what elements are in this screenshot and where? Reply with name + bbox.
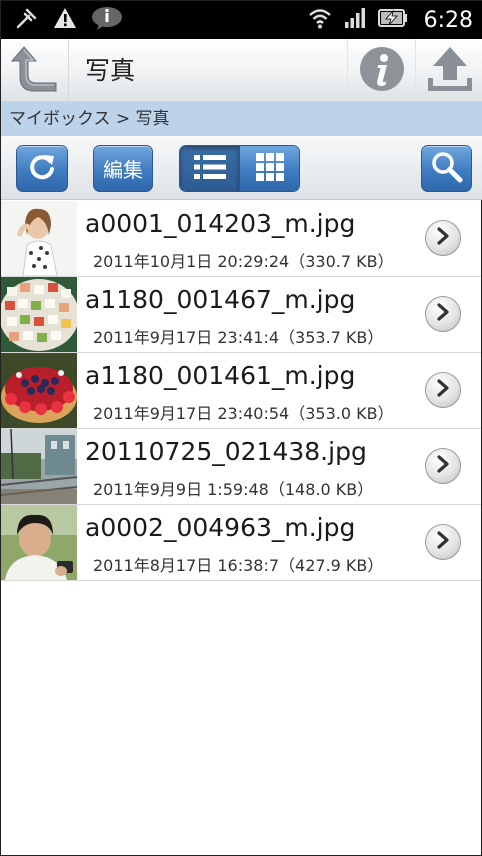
chevron-right-icon: [435, 379, 451, 401]
photo-thumbnail: [1, 505, 77, 580]
grid-view-button[interactable]: [240, 146, 299, 191]
search-icon: [431, 151, 463, 187]
file-meta: 2011年9月17日 23:41:4（353.7 KB）: [93, 328, 384, 347]
open-details-button[interactable]: [425, 372, 461, 408]
usb-debug-icon: [15, 6, 39, 34]
file-name: 20110725_021438.jpg: [85, 437, 367, 466]
chevron-right-icon: [435, 531, 451, 553]
grid-view-icon: [255, 152, 285, 186]
clock-time: 6:28: [423, 7, 473, 33]
file-name: a1180_001467_m.jpg: [85, 285, 356, 314]
signal-icon: [344, 7, 366, 33]
info-icon: [358, 45, 406, 97]
file-meta: 2011年8月17日 16:38:7（427.9 KB）: [93, 556, 384, 575]
edit-button[interactable]: 編集: [93, 145, 153, 192]
chevron-right-icon: [435, 455, 451, 477]
open-details-button[interactable]: [425, 220, 461, 256]
refresh-icon: [27, 152, 57, 186]
back-arrow-icon: [10, 45, 60, 97]
breadcrumb-path[interactable]: マイボックス > 写真: [9, 102, 170, 136]
file-meta: 2011年10月1日 20:29:24（330.7 KB）: [93, 252, 394, 271]
open-details-button[interactable]: [425, 524, 461, 560]
search-button[interactable]: [421, 145, 472, 192]
photo-thumbnail: [1, 277, 77, 352]
list-item[interactable]: a1180_001461_m.jpg 2011年9月17日 23:40:54（3…: [1, 353, 481, 429]
chevron-right-icon: [435, 227, 451, 249]
file-name: a0001_014203_m.jpg: [85, 209, 356, 238]
file-name: a1180_001461_m.jpg: [85, 361, 356, 390]
status-bar: 6:28: [1, 1, 482, 39]
breadcrumb: マイボックス > 写真: [1, 102, 482, 136]
list-view-icon: [193, 153, 227, 185]
file-list: a0001_014203_m.jpg 2011年10月1日 20:29:24（3…: [1, 201, 481, 581]
back-button[interactable]: [1, 39, 69, 102]
title-bar: 写真: [1, 39, 482, 102]
refresh-button[interactable]: [16, 145, 68, 192]
wifi-icon: [308, 7, 332, 33]
list-item[interactable]: 20110725_021438.jpg 2011年9月9日 1:59:48（14…: [1, 429, 481, 505]
file-meta: 2011年9月17日 23:40:54（353.0 KB）: [93, 404, 394, 423]
chevron-right-icon: [435, 303, 451, 325]
photo-thumbnail: [1, 353, 77, 428]
list-item[interactable]: a0002_004963_m.jpg 2011年8月17日 16:38:7（42…: [1, 505, 481, 581]
view-toggle: [179, 145, 300, 192]
open-details-button[interactable]: [425, 448, 461, 484]
info-button[interactable]: [347, 39, 415, 102]
list-view-button[interactable]: [180, 146, 240, 191]
upload-button[interactable]: [415, 39, 482, 102]
photo-thumbnail: [1, 201, 77, 276]
chat-bubble-icon: [91, 5, 123, 35]
open-details-button[interactable]: [425, 296, 461, 332]
page-title: 写真: [85, 56, 136, 85]
photo-thumbnail: [1, 429, 77, 504]
list-item[interactable]: a1180_001467_m.jpg 2011年9月17日 23:41:4（35…: [1, 277, 481, 353]
upload-icon: [425, 44, 475, 98]
battery-charging-icon: [377, 8, 408, 32]
toolbar: 編集: [1, 136, 482, 200]
warning-icon: [53, 7, 77, 33]
edit-button-label: 編集: [103, 158, 143, 182]
list-item[interactable]: a0001_014203_m.jpg 2011年10月1日 20:29:24（3…: [1, 201, 481, 277]
file-name: a0002_004963_m.jpg: [85, 513, 356, 542]
file-meta: 2011年9月9日 1:59:48（148.0 KB）: [93, 480, 374, 499]
